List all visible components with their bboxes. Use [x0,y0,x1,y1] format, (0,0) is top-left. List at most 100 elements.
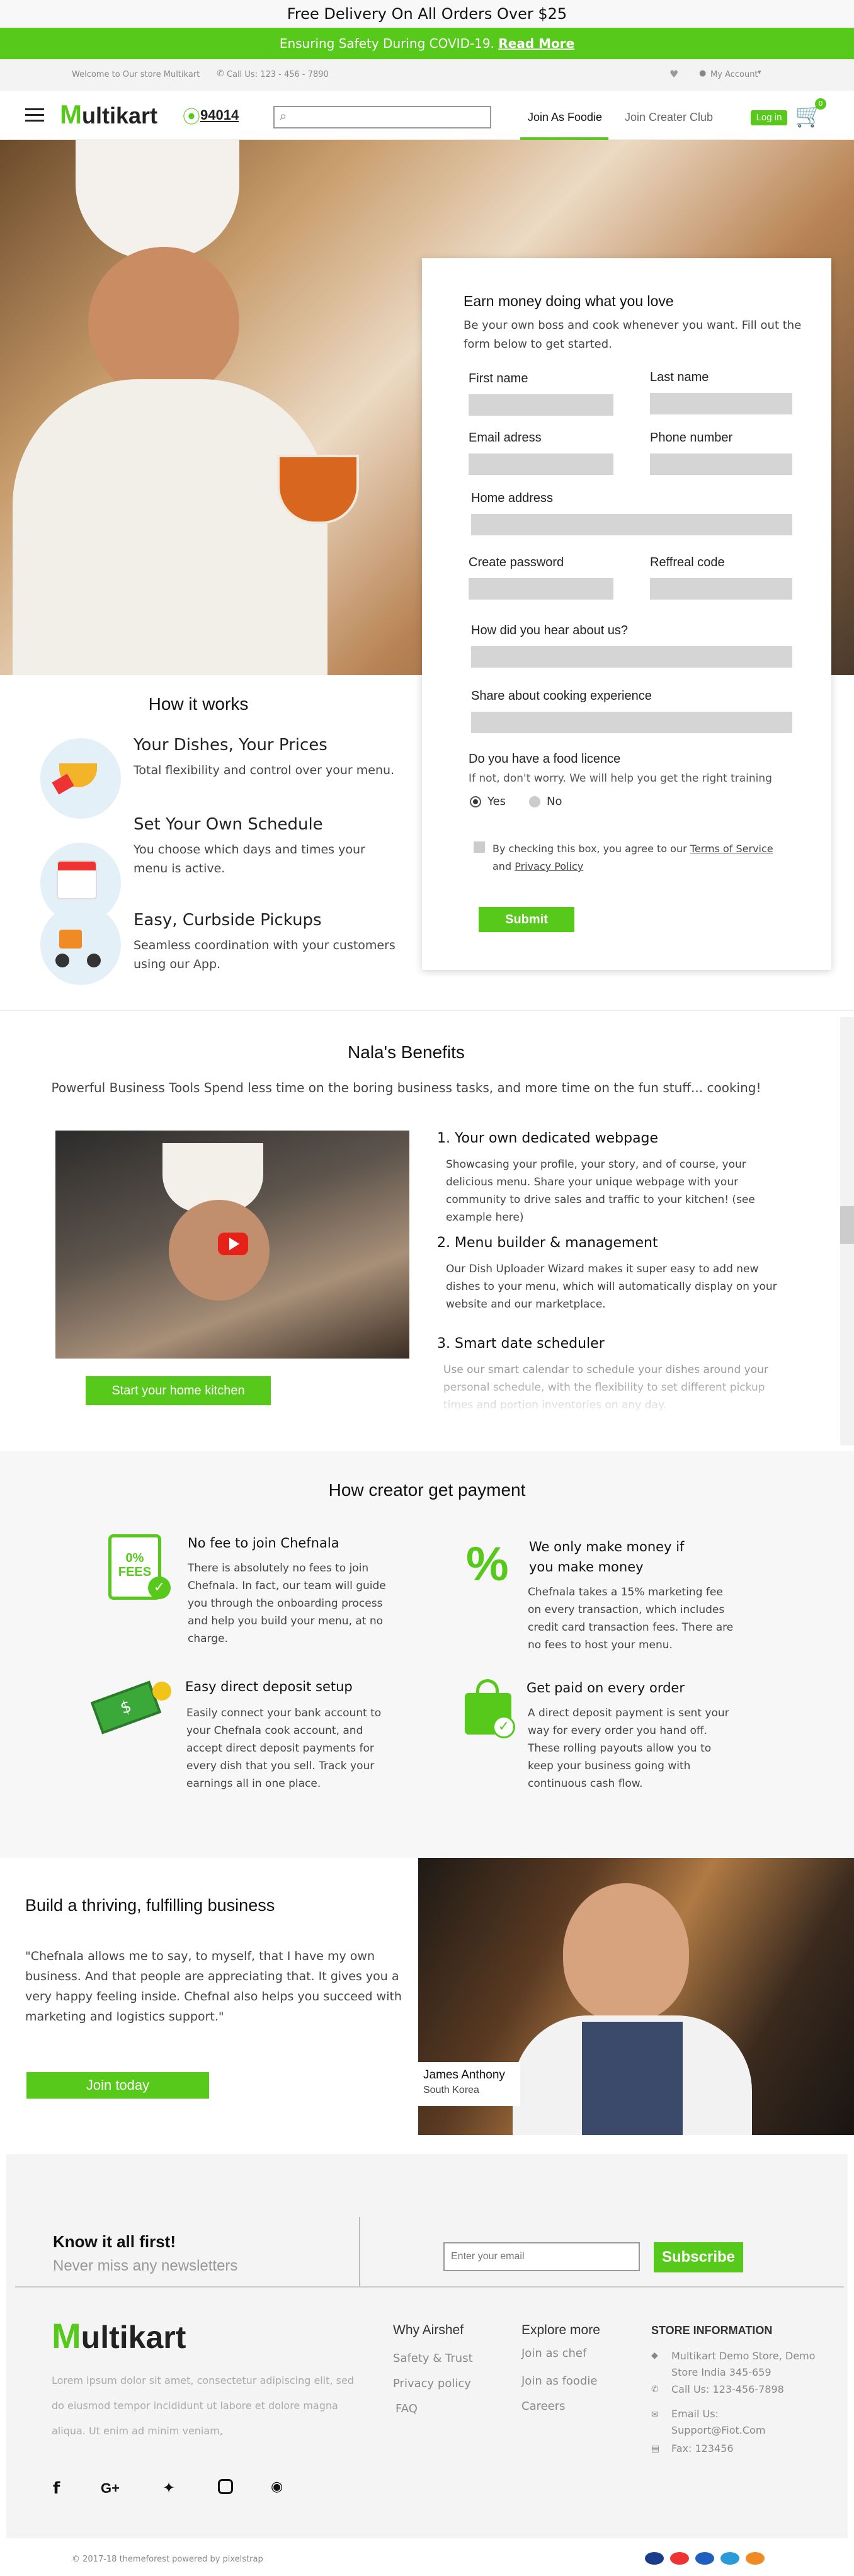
covid-read-more-link[interactable]: Read More [498,36,574,51]
payment-item-1-title: No fee to join Chefnala [188,1536,339,1551]
newsletter-email-input[interactable] [443,2242,640,2271]
store-email: Email Us: Support@Fiot.Com [671,2408,766,2436]
check-icon: ✓ [492,1716,515,1738]
licence-subtext: If not, don't worry. We will help you ge… [469,772,772,785]
benefit-1-text: Showcasing your profile, your story, and… [446,1158,755,1224]
email-field[interactable] [469,453,613,475]
my-account-link[interactable]: My Account [710,70,758,79]
footer-link-safety[interactable]: Safety & Trust [393,2352,473,2365]
author-caption: James Anthony South Korea [418,2062,520,2106]
payment-item-2-title: We only make money if you make money [529,1539,685,1575]
yes-radio[interactable] [470,796,481,807]
play-button-icon[interactable] [218,1233,248,1255]
dish-price-icon [40,738,121,819]
phone-icon: ✆ [651,2385,659,2395]
footer-link-careers[interactable]: Careers [521,2400,566,2413]
payment-title: How creator get payment [328,1480,526,1500]
how-item-1-title: Your Dishes, Your Prices [134,736,327,755]
terms-link[interactable]: Terms of Service [690,843,773,855]
subscribe-button[interactable]: Subscribe [654,2242,743,2272]
nav-join-foodie[interactable]: Join As Foodie [528,111,602,124]
how-title: How it works [148,694,249,714]
yes-label: Yes [487,795,506,808]
privacy-link[interactable]: Privacy Policy [515,860,583,872]
start-kitchen-button[interactable]: Start your home kitchen [86,1376,271,1405]
wheel-shape [55,954,69,967]
build-title: Build a thriving, fulfilling business [25,1896,275,1915]
video-thumbnail[interactable] [55,1131,409,1359]
percent-icon: % [466,1537,509,1591]
email-label: Email adress [469,431,542,445]
home-address-field[interactable] [471,514,792,535]
no-label: No [547,795,562,808]
footer-col1-title: Why Airshef [393,2323,464,2337]
newsletter-subtitle: Never miss any newsletters [53,2257,238,2274]
twitter-icon[interactable]: ✦ [162,2479,175,2497]
last-name-field[interactable] [650,393,792,414]
hear-field[interactable] [471,646,792,668]
footer-link-join-foodie[interactable]: Join as foodie [521,2374,597,2388]
chef-face-shape [88,247,239,398]
scroll-thumb[interactable] [840,1206,854,1244]
google-plus-icon[interactable]: G+ [101,2480,120,2497]
licence-question: Do you have a food licence [469,752,621,766]
join-today-button[interactable]: Join today [26,2072,209,2099]
payment-section: How creator get payment 0% FEES ✓ No fee… [0,1451,854,1858]
scroll-track[interactable] [840,1017,854,1445]
benefits-section: Nala's Benefits Powerful Business Tools … [0,1010,854,1451]
search-input[interactable] [293,109,482,125]
chef-coat-shape [13,379,327,675]
share-field[interactable] [471,712,792,733]
footer-divider [15,2286,844,2288]
password-field[interactable] [469,578,613,600]
payment-item-3-text: Easily connect your bank account to your… [186,1707,382,1790]
referral-label: Reffreal code [650,556,725,569]
sauce-bowl-shape [277,455,359,524]
no-radio[interactable] [529,796,540,807]
portrait-face [563,1883,689,2022]
portrait-apron [582,2022,683,2135]
wheel-shape [87,954,101,967]
build-business-section: Build a thriving, fulfilling business "C… [0,1858,854,2135]
footer-link-join-chef[interactable]: Join as chef [521,2347,586,2360]
footer-link-faq[interactable]: FAQ [396,2402,418,2415]
phone-icon: ✆ [217,69,224,79]
visa-payment-icon [695,2552,714,2565]
payment-item-2-text: Chefnala takes a 15% marketing fee on ev… [528,1586,734,1651]
zip-code[interactable]: 94014 [200,107,239,123]
info-bar: Welcome to Our store Multikart ✆ Call Us… [0,59,854,91]
and-text: and [492,860,512,872]
login-button[interactable]: Log in [751,110,787,125]
phone-field[interactable] [650,453,792,475]
facebook-icon[interactable]: f [53,2479,60,2498]
agree-checkbox[interactable] [474,841,485,853]
covid-bar: Ensuring Safety During COVID-19. Read Mo… [0,28,854,59]
heart-icon[interactable]: ♥ [669,68,678,80]
submit-button[interactable]: Submit [479,907,574,932]
instagram-icon[interactable] [218,2479,233,2494]
form-title: Earn money doing what you love [464,293,674,309]
benefit-3-title: 3. Smart date scheduler [437,1336,605,1352]
chef-portrait-image: James Anthony South Korea [418,1858,854,2135]
last-name-label: Last name [650,370,709,384]
logo-text: ultikart [82,103,158,128]
hamburger-menu-icon[interactable] [25,108,44,122]
covid-text: Ensuring Safety During COVID-19. [279,36,495,51]
store-address: Multikart Demo Store, Demo Store India 3… [671,2350,816,2378]
footer-logo-text: ultikart [81,2320,186,2355]
first-name-field[interactable] [469,394,613,416]
footer-logo[interactable]: Multikart [52,2315,186,2356]
fee-badge-text: 0% FEES [118,1551,152,1579]
nav-join-creater-club[interactable]: Join Creater Club [625,111,713,124]
logo[interactable]: Multikart [60,100,157,130]
store-info-title: STORE INFORMATION [651,2324,773,2337]
logo-mark: M [60,100,82,129]
chef-hat-shape [76,140,239,259]
referral-field[interactable] [650,578,792,600]
footer-link-privacy[interactable]: Privacy policy [393,2377,471,2390]
benefit-1-title: 1. Your own dedicated webpage [437,1131,659,1146]
text-fade-overlay [443,1380,796,1418]
chevron-down-icon[interactable]: ▾ [758,68,761,76]
search-box[interactable]: ⌕ [273,106,491,128]
rss-icon[interactable]: ◉ [271,2479,283,2495]
